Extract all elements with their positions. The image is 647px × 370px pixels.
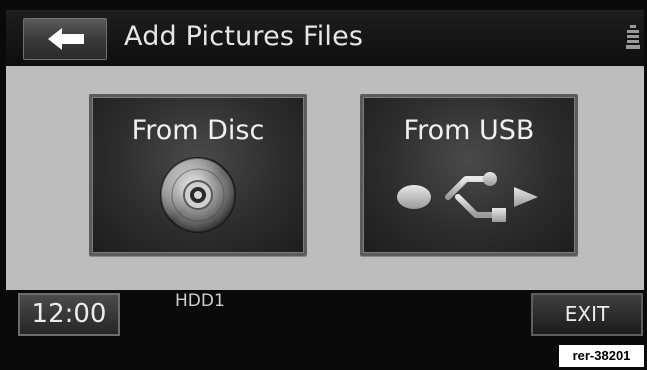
exit-button[interactable]: EXIT [531,293,643,336]
arrow-left-icon [48,28,84,50]
source-selection-panel: From Disc From USB [6,66,644,290]
source-indicator: HDD1 [175,291,225,311]
from-disc-label: From Disc [131,115,265,146]
page-title: Add Pictures Files [124,21,364,52]
back-button[interactable] [23,18,107,60]
header-bar: Add Pictures Files [6,10,644,66]
radio-screen: Add Pictures Files From Disc From USB 12… [0,0,647,370]
disc-icon [160,157,236,233]
stacked-discs-icon [626,25,640,49]
usb-icon [397,172,538,222]
clock-display[interactable]: 12:00 [18,293,120,336]
from-usb-button[interactable]: From USB [360,94,578,256]
figure-reference-label: rer-38201 [559,345,644,367]
from-disc-button[interactable]: From Disc [89,94,307,256]
from-usb-label: From USB [403,115,535,146]
